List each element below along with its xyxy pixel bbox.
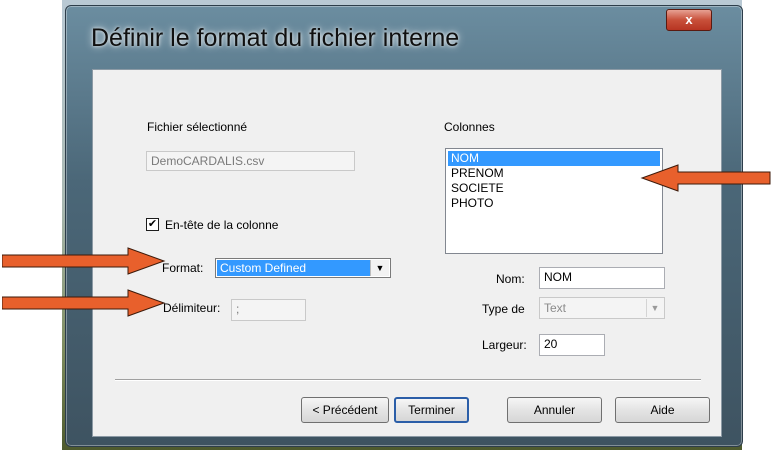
format-label: Format: xyxy=(162,261,204,275)
chevron-down-icon[interactable]: ▼ xyxy=(646,299,663,317)
width-label: Largeur: xyxy=(482,338,527,352)
width-field[interactable]: 20 xyxy=(539,334,605,356)
list-item[interactable]: PRENOM xyxy=(448,166,660,181)
format-select[interactable]: Custom Defined ▼ xyxy=(215,258,391,278)
previous-button[interactable]: < Précédent xyxy=(301,397,389,423)
close-button[interactable]: x xyxy=(666,9,712,31)
list-item[interactable]: NOM xyxy=(448,151,660,166)
checkmark-icon: ✔ xyxy=(147,218,158,230)
type-label: Type de xyxy=(482,302,525,316)
list-item[interactable]: SOCIETE xyxy=(448,181,660,196)
columns-label: Colonnes xyxy=(444,120,495,134)
name-label: Nom: xyxy=(496,272,525,286)
list-item[interactable]: PHOTO xyxy=(448,196,660,211)
format-select-value: Custom Defined xyxy=(217,260,370,276)
finish-button[interactable]: Terminer xyxy=(394,397,469,423)
type-select[interactable]: Text ▼ xyxy=(539,297,665,319)
separator-line xyxy=(115,379,701,381)
header-checkbox-label: En-tête de la colonne xyxy=(165,218,279,232)
type-select-value: Text xyxy=(544,301,567,315)
cancel-button[interactable]: Annuler xyxy=(507,397,602,423)
dialog-title: Définir le format du fichier interne xyxy=(91,24,460,52)
selected-file-label: Fichier sélectionné xyxy=(147,120,248,134)
arrow-right-icon xyxy=(2,289,166,317)
arrow-right-icon xyxy=(2,247,166,275)
help-button[interactable]: Aide xyxy=(615,397,710,423)
name-field[interactable]: NOM xyxy=(539,267,665,289)
dialog-client-area: Fichier sélectionné DemoCARDALIS.csv ✔ E… xyxy=(92,69,722,437)
arrow-left-icon xyxy=(640,164,771,192)
selected-file-field[interactable]: DemoCARDALIS.csv xyxy=(146,151,355,171)
dialog-window: Définir le format du fichier interne x F… xyxy=(65,5,743,447)
header-checkbox[interactable]: ✔ xyxy=(146,218,159,231)
chevron-down-icon[interactable]: ▼ xyxy=(370,260,389,276)
columns-listbox[interactable]: NOM PRENOM SOCIETE PHOTO xyxy=(445,148,663,254)
delimiter-label: Délimiteur: xyxy=(163,301,221,315)
delimiter-field[interactable]: ; xyxy=(231,299,306,321)
